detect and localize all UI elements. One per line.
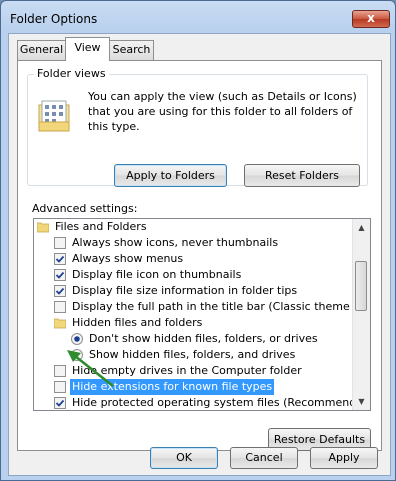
tab-general[interactable]: General	[17, 40, 66, 60]
apply-button[interactable]: Apply	[310, 447, 378, 469]
folder-views-group: Folder views You can apply the view (suc…	[27, 67, 368, 187]
checkbox-checked-icon[interactable]	[54, 397, 66, 409]
list-item-label: Don't show hidden files, folders, or dri…	[89, 332, 318, 345]
checkbox-unchecked-icon[interactable]	[54, 237, 66, 249]
scrollbar-thumb[interactable]	[355, 261, 367, 311]
window-title: Folder Options	[10, 12, 98, 26]
list-item-label: Always show menus	[72, 252, 184, 265]
list-item-label: Hide protected operating system files (R…	[72, 396, 371, 409]
folder-views-label: Folder views	[34, 67, 109, 80]
tab-view[interactable]: View	[65, 37, 110, 61]
checkbox-checked-icon[interactable]	[54, 269, 66, 281]
folder-views-icon	[38, 100, 70, 132]
vertical-scrollbar[interactable]: ▲ ▼	[352, 219, 370, 410]
green-arrow-icon	[67, 350, 114, 388]
list-item-label: Always show icons, never thumbnails	[72, 236, 279, 249]
folder-icon	[54, 318, 66, 329]
list-item-label: Hidden files and folders	[72, 316, 203, 329]
dialog-client: General View Search Folder views You can…	[8, 33, 391, 476]
list-item-label: Display the full path in the title bar (…	[72, 300, 371, 313]
scroll-up-arrow-icon[interactable]: ▲	[353, 219, 370, 236]
scroll-down-arrow-icon[interactable]: ▼	[353, 393, 370, 410]
folder-options-window: Folder Options x General View Search Fol…	[0, 0, 396, 481]
list-item-label: Files and Folders	[55, 220, 147, 233]
ok-button[interactable]: OK	[150, 447, 218, 469]
checkbox-checked-icon[interactable]	[54, 285, 66, 297]
cancel-button[interactable]: Cancel	[230, 447, 298, 469]
checkbox-checked-icon[interactable]	[54, 253, 66, 265]
close-button[interactable]: x	[352, 10, 390, 28]
folder-views-description: You can apply the view (such as Details …	[88, 90, 357, 133]
folder-icon	[37, 222, 49, 233]
list-item-label: Display file icon on thumbnails	[72, 268, 242, 281]
checkbox-unchecked-icon[interactable]	[54, 301, 66, 313]
advanced-settings-label: Advanced settings:	[32, 202, 138, 215]
reset-folders-button[interactable]: Reset Folders	[244, 164, 360, 187]
tab-search[interactable]: Search	[109, 40, 154, 60]
apply-to-folders-button[interactable]: Apply to Folders	[114, 164, 227, 187]
list-item-label: Display file size information in folder …	[72, 284, 298, 297]
view-tab-panel: Folder views You can apply the view (suc…	[17, 60, 382, 451]
